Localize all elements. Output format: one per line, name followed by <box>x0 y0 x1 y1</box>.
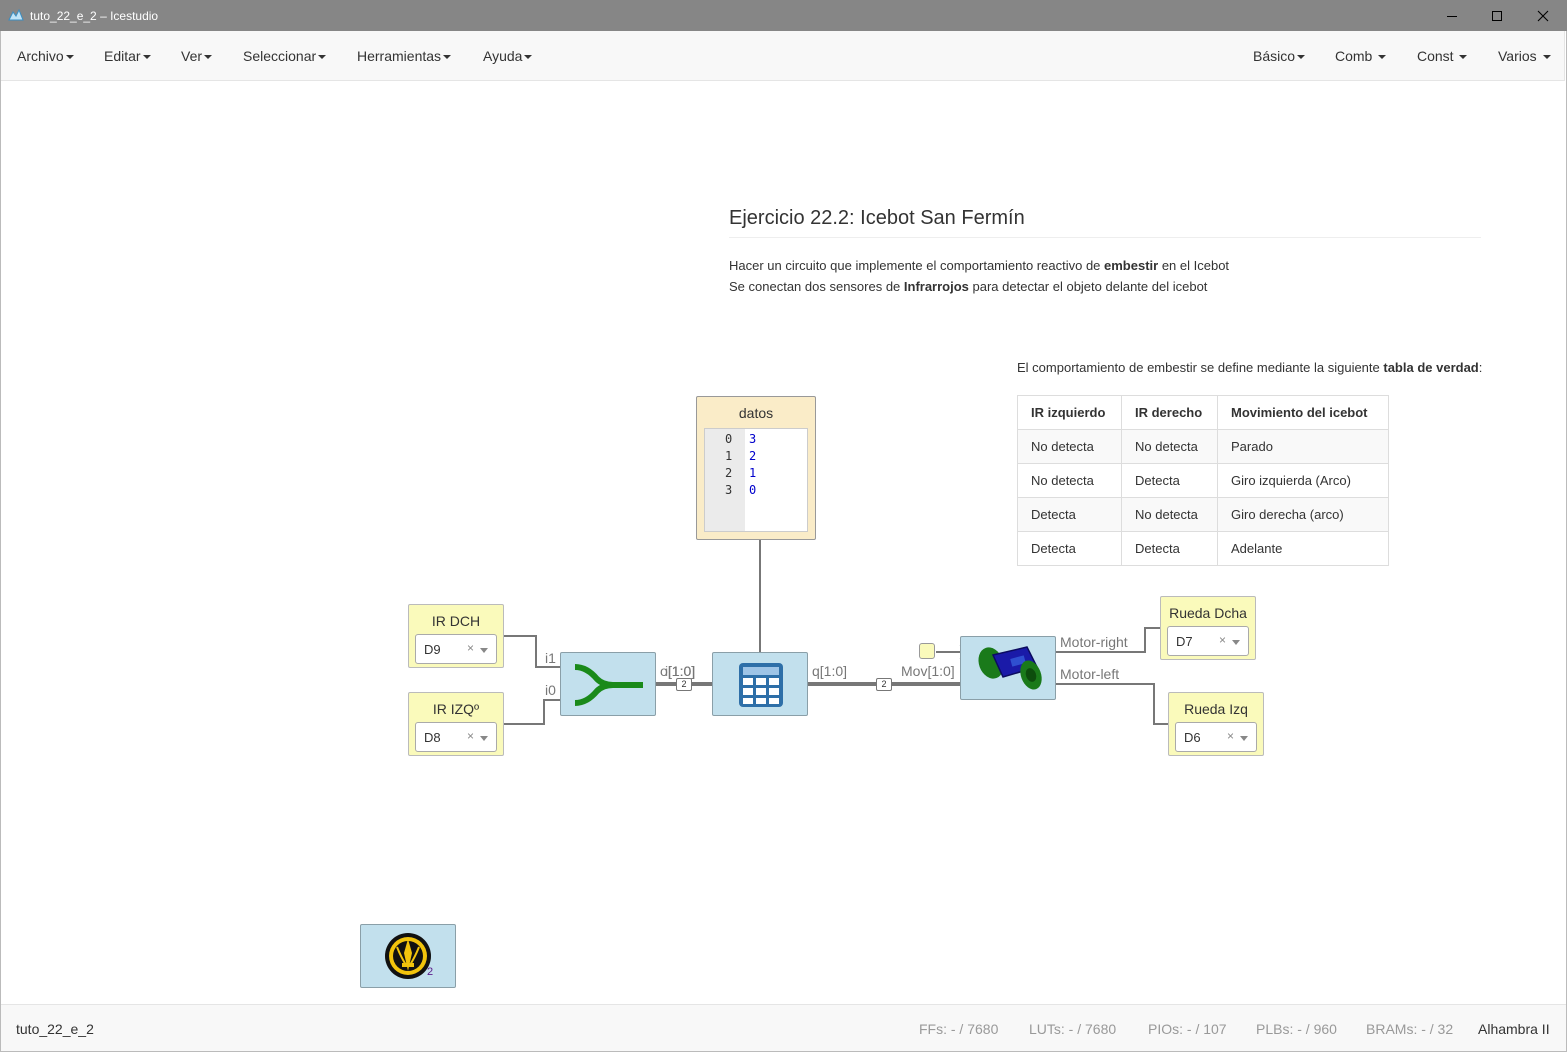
pin-select-rueda-izq[interactable]: D6 × <box>1175 722 1257 752</box>
memory-value: 0 <box>749 483 757 497</box>
column-header: IR derecho <box>1121 395 1218 430</box>
status-ffs: FFs: - / 7680 <box>919 1021 999 1037</box>
pin-select-ir-izq[interactable]: D8 × <box>415 722 497 752</box>
description-1-text: Hacer un circuito que implemente el comp… <box>729 258 1105 273</box>
status-pios: PIOs: - / 107 <box>1148 1021 1227 1037</box>
title-divider <box>729 237 1481 238</box>
input-block-ir-dch[interactable]: IR DCH D9 × <box>408 604 504 668</box>
table-cell: Detecta <box>1017 531 1122 566</box>
clear-icon[interactable]: × <box>467 729 474 743</box>
truth-table-intro-bold: tabla de verdad <box>1383 360 1479 375</box>
dropdown-arrow-icon[interactable] <box>1232 640 1240 645</box>
logo-info-block[interactable]: 2 <box>360 924 456 988</box>
memory-value: 3 <box>749 432 757 446</box>
line-number: 0 <box>725 432 733 446</box>
table-row: Detecta No detecta Giro derecha (arco) <box>1017 497 1389 532</box>
port-label-motor-left: Motor-left <box>1060 666 1120 682</box>
truth-table: IR izquierdo IR derecho Movimiento del i… <box>1017 395 1389 566</box>
truth-table-intro-text: El comportamiento de embestir se define … <box>1017 360 1384 375</box>
table-cell: Detecta <box>1121 531 1218 566</box>
dropdown-arrow-icon[interactable] <box>1240 736 1248 741</box>
pin-value: D6 <box>1184 730 1201 745</box>
port-label-rom-in: i[1:0] <box>665 663 696 679</box>
status-plbs: PLBs: - / 960 <box>1256 1021 1337 1037</box>
memory-block-title: datos <box>738 405 774 421</box>
table-cell: No detecta <box>1121 497 1218 532</box>
dropdown-arrow-icon[interactable] <box>480 736 488 741</box>
logo-badge-number: 2 <box>427 966 434 978</box>
port-label-rom-out: q[1:0] <box>812 663 848 679</box>
truth-table-intro: El comportamiento de embestir se define … <box>1017 360 1482 375</box>
table-cell: Detecta <box>1121 463 1218 498</box>
description-line-2: Se conectan dos sensores de Infrarrojos … <box>729 279 1207 294</box>
table-cell: No detecta <box>1121 429 1218 464</box>
line-number: 2 <box>725 466 733 480</box>
input-label: IR IZQº <box>432 701 480 717</box>
table-row: Detecta Detecta Adelante <box>1017 531 1389 566</box>
description-2-bold: Infrarrojos <box>903 279 969 294</box>
bus-width-badge: 2 <box>676 678 692 691</box>
status-luts: LUTs: - / 7680 <box>1029 1021 1117 1037</box>
input-label: IR DCH <box>431 613 481 629</box>
wire-ir-izq-to-i0 <box>503 699 561 725</box>
table-grid-icon <box>739 663 783 707</box>
pin-select-rueda-dcha[interactable]: D7 × <box>1167 626 1249 656</box>
jedi-order-logo-icon <box>385 933 431 979</box>
port-label-i0: i0 <box>545 682 556 698</box>
memory-value: 1 <box>749 466 757 480</box>
memory-editor[interactable]: 0 1 2 3 3 2 1 0 <box>704 428 808 532</box>
table-cell: Giro derecha (arco) <box>1217 497 1389 532</box>
port-label-mov-in: Mov[1:0] <box>901 663 955 679</box>
table-cell: Detecta <box>1017 497 1122 532</box>
table-row: No detecta No detecta Parado <box>1017 429 1389 464</box>
table-cell: Parado <box>1217 429 1389 464</box>
pin-value: D9 <box>424 642 441 657</box>
output-block-rueda-dcha[interactable]: Rueda Dcha D7 × <box>1160 596 1256 660</box>
pin-value: D7 <box>1176 634 1193 649</box>
memory-value: 2 <box>749 449 757 463</box>
pin-select-ir-dch[interactable]: D9 × <box>415 634 497 664</box>
table-cell: No detecta <box>1017 463 1122 498</box>
description-1-end: en el Icebot <box>1158 258 1230 273</box>
constant-input-port[interactable] <box>919 643 935 659</box>
status-board[interactable]: Alhambra II <box>1478 1021 1550 1037</box>
status-brams: BRAMs: - / 32 <box>1366 1021 1454 1037</box>
table-cell: Giro izquierda (Arco) <box>1217 463 1389 498</box>
output-block-rueda-izq[interactable]: Rueda Izq D6 × <box>1168 692 1264 756</box>
column-header: IR izquierdo <box>1017 395 1122 430</box>
description-2-end: para detectar el objeto delante del iceb… <box>968 279 1208 294</box>
status-bar: tuto_22_e_2 FFs: - / 7680 LUTs: - / 7680… <box>0 1004 1567 1052</box>
description-2-text: Se conectan dos sensores de <box>729 279 904 294</box>
status-file-name: tuto_22_e_2 <box>16 1021 94 1037</box>
line-number: 1 <box>725 449 733 463</box>
wire-motor-left <box>1055 683 1169 725</box>
input-block-ir-izq[interactable]: IR IZQº D8 × <box>408 692 504 756</box>
description-line-1: Hacer un circuito que implemente el comp… <box>729 258 1229 273</box>
truth-table-intro-end: : <box>1478 360 1483 375</box>
dropdown-arrow-icon[interactable] <box>480 648 488 653</box>
rom-table-block[interactable] <box>712 652 808 716</box>
join-block[interactable] <box>560 652 656 716</box>
table-row: No detecta Detecta Giro izquierda (Arco) <box>1017 463 1389 498</box>
clear-icon[interactable]: × <box>1227 729 1234 743</box>
exercise-title: Ejercicio 22.2: Icebot San Fermín <box>729 207 1025 229</box>
column-header: Movimiento del icebot <box>1217 395 1389 430</box>
clear-icon[interactable]: × <box>1219 633 1226 647</box>
port-label-i1: i1 <box>545 650 556 666</box>
clear-icon[interactable]: × <box>467 641 474 655</box>
output-label: Rueda Dcha <box>1169 605 1247 621</box>
port-label-motor-right: Motor-right <box>1060 634 1128 650</box>
motor-icon <box>978 646 1042 690</box>
memory-block-datos[interactable]: datos 0 1 2 3 3 2 1 0 <box>696 396 816 540</box>
output-label: Rueda Izq <box>1184 701 1248 717</box>
join-icon <box>574 664 643 706</box>
table-cell: No detecta <box>1017 429 1122 464</box>
truth-table-header-row: IR izquierdo IR derecho Movimiento del i… <box>1017 395 1389 430</box>
description-1-bold: embestir <box>1104 258 1159 273</box>
bus-width-badge: 2 <box>876 678 892 691</box>
pin-value: D8 <box>424 730 441 745</box>
line-number: 3 <box>725 483 733 497</box>
motor-block[interactable] <box>960 636 1056 700</box>
table-cell: Adelante <box>1217 531 1389 566</box>
